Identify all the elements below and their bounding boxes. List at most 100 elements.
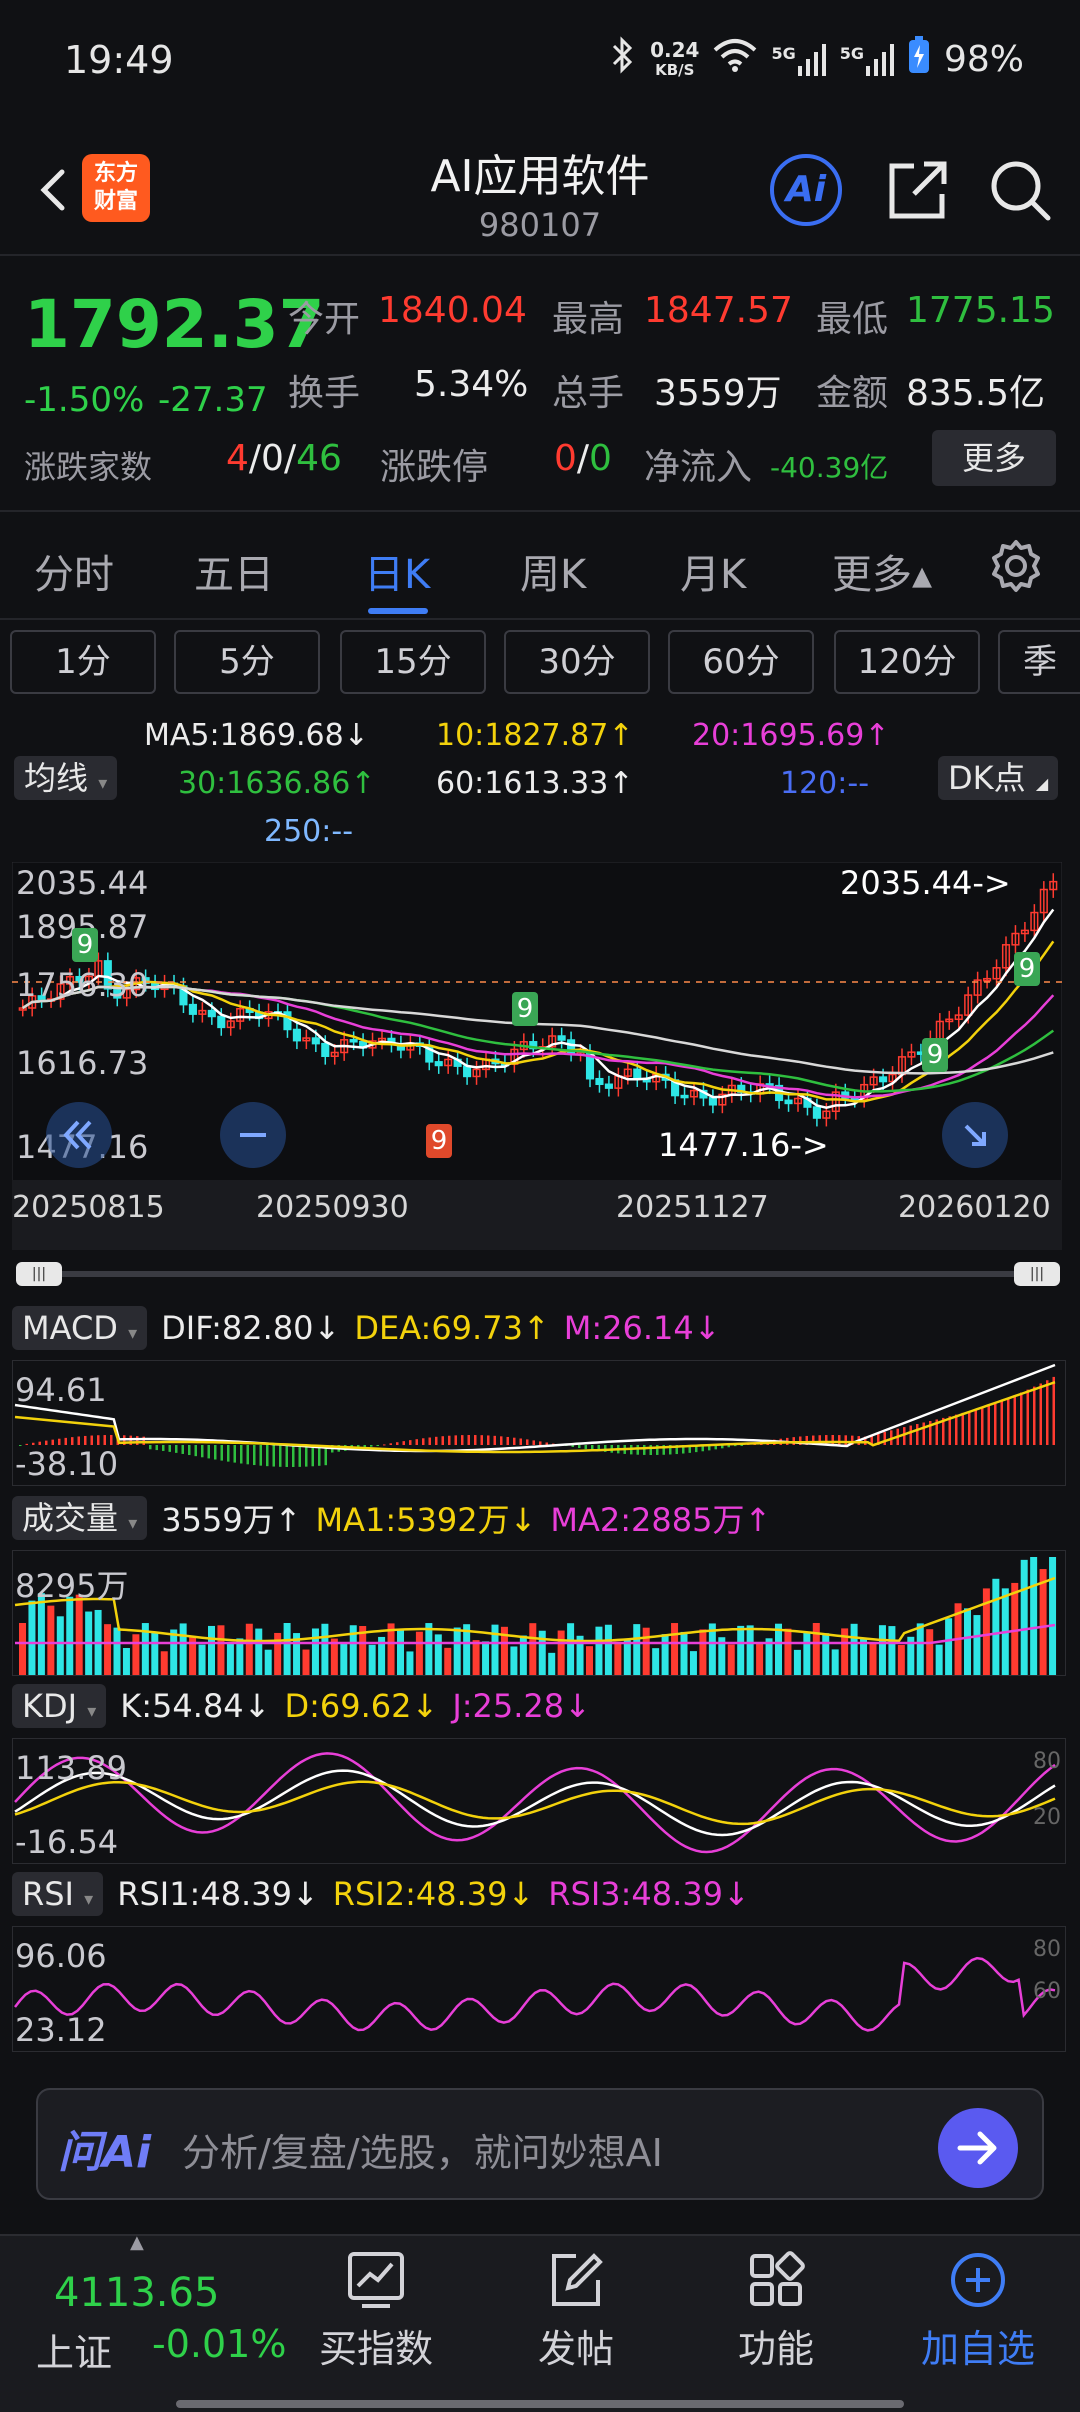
tab-intraday[interactable]: 分时 — [34, 542, 114, 600]
macd-selector-chip[interactable]: MACD ▾ — [12, 1306, 148, 1350]
macd-bar — [201, 1445, 204, 1458]
volume-bar — [689, 1651, 697, 1675]
interval-120min[interactable]: 120分 — [834, 630, 980, 694]
search-button[interactable] — [986, 156, 1054, 224]
interval-5min[interactable]: 5分 — [174, 630, 320, 694]
interval-1min[interactable]: 1分 — [10, 630, 156, 694]
volume-bar — [113, 1627, 121, 1675]
buy-index-button[interactable]: 买指数 — [286, 2250, 466, 2373]
tab-weekly-k[interactable]: 周K — [520, 542, 586, 600]
volume-bar — [746, 1625, 754, 1675]
tab-more[interactable]: 更多▴ — [832, 542, 932, 600]
volume-bar — [198, 1644, 206, 1675]
volume-bar — [56, 1616, 64, 1675]
battery-level: 98% — [943, 39, 1024, 80]
macd-bar — [207, 1445, 210, 1459]
ma-selector-chip[interactable]: 均线 ▾ — [14, 756, 118, 800]
index-name[interactable]: 上证 — [36, 2322, 112, 2377]
post-button[interactable]: 发帖 — [486, 2250, 666, 2373]
macd-y-bottom: -38.10 — [15, 1445, 119, 1483]
macd-bar — [389, 1443, 392, 1445]
tab-daily-k[interactable]: 日K — [364, 542, 430, 600]
volume-bar — [453, 1627, 461, 1675]
interval-15min[interactable]: 15分 — [340, 630, 486, 694]
index-value[interactable]: 4113.65 — [54, 2270, 219, 2316]
rsi-lines — [14, 1956, 1056, 2032]
ma60-value: 60:1613.33↑ — [436, 766, 634, 801]
volume-bar — [897, 1644, 905, 1675]
date-label: 20260120 — [898, 1190, 1051, 1225]
macd-bar — [1020, 1392, 1023, 1445]
zoom-out-button[interactable] — [220, 1102, 286, 1168]
volume-bar — [652, 1648, 660, 1675]
slider-handle-right[interactable]: ||| — [1014, 1262, 1060, 1286]
breadth-values: 4/0/46 — [226, 438, 342, 479]
dk-point-chip[interactable]: DK点 ◢ — [938, 756, 1059, 800]
volume-bar — [935, 1644, 943, 1675]
add-watchlist-button[interactable]: 加自选 — [888, 2250, 1068, 2373]
functions-button[interactable]: 功能 — [686, 2250, 866, 2373]
macd-dea: DEA:69.73↑ — [354, 1309, 550, 1347]
volume-bar — [822, 1633, 830, 1675]
volume-bar — [444, 1647, 452, 1675]
ma20-value: 20:1695.69↑ — [692, 718, 890, 753]
volume-bar — [170, 1629, 178, 1675]
tab-five-day[interactable]: 五日 — [194, 542, 274, 600]
volume-bar — [642, 1627, 650, 1675]
chart-settings-button[interactable] — [988, 538, 1044, 598]
amount-value: 835.5亿 — [906, 373, 1046, 414]
expand-caret-icon[interactable]: ▲ — [130, 2232, 144, 2253]
kline-chart[interactable]: 2035.44 1895.87 1756.30 1616.73 1477.16 … — [11, 861, 1063, 1193]
interval-quarter[interactable]: 季 — [998, 630, 1080, 694]
volume-bar — [255, 1628, 263, 1675]
macd-bar — [1007, 1397, 1010, 1445]
macd-bar — [636, 1445, 639, 1455]
ai-send-button[interactable] — [938, 2108, 1018, 2188]
volume-bar — [557, 1630, 565, 1675]
candle-body — [557, 1035, 566, 1041]
dropdown-caret-icon: ▾ — [98, 773, 108, 794]
volume-bar — [245, 1623, 253, 1675]
volume-bar — [491, 1624, 499, 1675]
macd-bar — [643, 1445, 646, 1455]
macd-bar — [981, 1407, 984, 1445]
chevron-left-icon — [40, 169, 65, 211]
low-value: 1775.15 — [906, 290, 1055, 331]
more-button[interactable]: 更多 — [932, 430, 1056, 486]
volume-bar — [179, 1623, 187, 1675]
fullscreen-button[interactable] — [942, 1102, 1008, 1168]
interval-60min[interactable]: 60分 — [668, 630, 814, 694]
ai-button[interactable]: Ai — [770, 154, 842, 226]
volume-bar — [66, 1596, 74, 1675]
macd-bar — [474, 1435, 477, 1445]
ai-query-bar[interactable]: 问Ai 分析/复盘/选股，就问妙想AI — [36, 2088, 1044, 2200]
back-button[interactable] — [24, 160, 84, 220]
interval-30min[interactable]: 30分 — [504, 630, 650, 694]
macd-bar — [461, 1435, 464, 1445]
tab-monthly-k[interactable]: 月K — [680, 542, 746, 600]
ai-query-placeholder[interactable]: 分析/复盘/选股，就问妙想AI — [182, 2122, 663, 2177]
rsi-selector-chip[interactable]: RSI ▾ — [12, 1872, 104, 1916]
kdj-selector-chip[interactable]: KDJ ▾ — [12, 1684, 107, 1728]
macd-bar — [220, 1445, 223, 1461]
index-change[interactable]: -0.01% — [152, 2322, 286, 2366]
scroll-left-button[interactable] — [46, 1102, 112, 1168]
double-chevron-left-icon — [63, 1120, 92, 1150]
plus-circle-icon — [951, 2253, 1005, 2307]
macd-bar — [272, 1445, 275, 1467]
slider-handle-left[interactable]: ||| — [16, 1262, 62, 1286]
macd-bar — [974, 1409, 977, 1445]
kdj-lines — [14, 1752, 1056, 1854]
volume-svg — [14, 1557, 1057, 1675]
macd-bar — [84, 1435, 87, 1445]
date-label: 20250930 — [256, 1190, 409, 1225]
volume-bar — [397, 1629, 404, 1675]
share-button[interactable] — [884, 156, 952, 224]
high-label: 最高 — [552, 299, 625, 340]
volume-bar — [793, 1649, 801, 1675]
td-count-badge: 9 — [72, 928, 98, 962]
candle-body — [311, 1037, 320, 1045]
low-label: 最低 — [816, 299, 889, 340]
volume-selector-chip[interactable]: 成交量 ▾ — [12, 1496, 148, 1540]
range-slider[interactable]: ||| ||| — [12, 1262, 1062, 1286]
